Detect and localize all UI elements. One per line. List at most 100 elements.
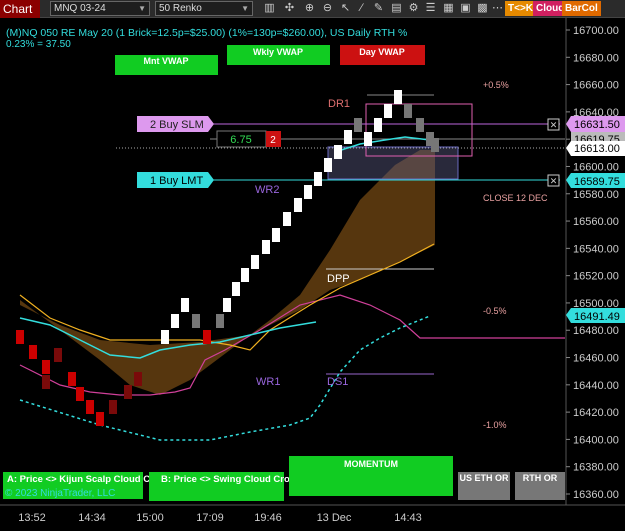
renko-brick: [394, 90, 402, 104]
monthly-vwap-button[interactable]: Mnt VWAP: [115, 55, 218, 75]
chevron-down-icon: ▼: [138, 4, 146, 13]
buy-stop-label: 2 Buy SLM: [150, 119, 204, 131]
time-tick-label: 17:09: [196, 512, 224, 524]
renko-brick: [171, 314, 179, 328]
tk-toggle-button[interactable]: T<>K: [505, 1, 537, 16]
renko-brick: [334, 145, 342, 159]
limit-price-tag: 16589.75: [566, 173, 625, 188]
renko-brick: [416, 118, 424, 132]
renko-brick: [374, 118, 382, 132]
renko-brick: [54, 348, 62, 362]
price-tick-label: 16680.00: [573, 52, 619, 64]
weekly-vwap-label: Wkly VWAP: [253, 47, 303, 57]
renko-brick: [241, 268, 249, 282]
time-tick-label: 15:00: [136, 512, 164, 524]
copyright-text: © 2023 NinjaTrader, LLC: [5, 488, 115, 499]
price-tick-label: 16520.00: [573, 271, 619, 283]
renko-brick: [232, 282, 240, 296]
chart-tab[interactable]: Chart: [0, 0, 40, 18]
close-label: CLOSE 12 DEC: [483, 193, 548, 203]
barcol-toggle-button[interactable]: BarCol: [562, 1, 601, 16]
price-chart[interactable]: (M)NQ 050 RE May 20 (1 Brick=12.5p=$25.0…: [0, 18, 625, 531]
price-tick-label: 16380.00: [573, 462, 619, 474]
cancel-limit-order-button[interactable]: ✕: [547, 174, 560, 187]
renko-brick: [314, 172, 322, 186]
renko-brick: [161, 330, 169, 344]
close-icon: ✕: [550, 176, 558, 186]
zoom-in-icon[interactable]: ⊕: [302, 1, 317, 16]
bar-chart-icon[interactable]: ▥: [262, 1, 277, 16]
renko-brick: [109, 400, 117, 414]
indicators-icon[interactable]: ▤: [389, 1, 404, 16]
renko-brick: [283, 212, 291, 226]
renko-brick: [86, 400, 94, 414]
time-tick-label: 13 Dec: [317, 512, 352, 524]
renko-brick: [134, 372, 142, 386]
us-eth-or-button[interactable]: US ETH OR: [458, 472, 510, 500]
renko-brick: [404, 104, 412, 118]
properties-icon[interactable]: ☰: [423, 1, 438, 16]
crosshair-icon[interactable]: ✣: [282, 1, 297, 16]
last-price: 16613.00: [574, 143, 620, 155]
buy-stop-order-tag[interactable]: 2 Buy SLM: [137, 116, 214, 132]
buy-limit-order-tag[interactable]: 1 Buy LMT: [137, 172, 214, 188]
pct-minus-05: -0.5%: [483, 306, 507, 316]
renko-brick: [272, 228, 280, 242]
close-icon: ✕: [550, 120, 558, 130]
swing-cloud: [20, 150, 435, 395]
toolbar: Chart MNQ 03-24 ▼ 50 Renko ▼ ▥ ✣ ⊕ ⊖ ↖ ∕…: [0, 0, 625, 18]
price-tick-label: 16580.00: [573, 189, 619, 201]
dr1-label: DR1: [328, 98, 350, 110]
buy-limit-label: 1 Buy LMT: [150, 175, 203, 187]
wr1-label: WR1: [256, 376, 280, 388]
period-value: 50 Renko: [159, 3, 202, 14]
draw-line-icon[interactable]: ∕: [354, 1, 369, 16]
price-tick-label: 16440.00: [573, 380, 619, 392]
time-axis[interactable]: 13:52 14:34 15:00 17:09 19:46 13 Dec 14:43: [18, 512, 422, 524]
price-tick-label: 16600.00: [573, 161, 619, 173]
weekly-vwap-button[interactable]: Wkly VWAP: [227, 45, 330, 65]
swing-cloud-cross-button[interactable]: B: Price <> Swing Cloud Cross: [149, 472, 300, 501]
renko-brick: [384, 104, 392, 118]
price-axis[interactable]: 16700.0016680.0016660.0016640.0016620.00…: [566, 25, 619, 501]
time-tick-label: 13:52: [18, 512, 46, 524]
instrument-value: MNQ 03-24: [54, 3, 106, 14]
cancel-stop-order-button[interactable]: ✕: [547, 118, 560, 131]
template-icon[interactable]: ▦: [441, 1, 456, 16]
level-price: 16491.49: [574, 311, 620, 323]
stop-price-tag: 16631.50: [566, 116, 625, 132]
period-selector[interactable]: 50 Renko ▼: [155, 1, 253, 16]
stop-price: 16631.50: [574, 119, 620, 131]
momentum-button[interactable]: MOMENTUM: [289, 456, 453, 496]
daily-vwap-button[interactable]: Day VWAP: [340, 45, 425, 65]
renko-brick: [294, 198, 302, 212]
level-price-tag: 16491.49: [566, 308, 625, 323]
instrument-selector[interactable]: MNQ 03-24 ▼: [50, 1, 150, 16]
strategy-icon[interactable]: ⚙: [406, 1, 421, 16]
position-box[interactable]: 6.75 2: [216, 130, 281, 148]
renko-brick: [68, 372, 76, 386]
renko-brick: [324, 158, 332, 172]
us-eth-or-label: US ETH OR: [459, 473, 509, 483]
more-icon[interactable]: ⋯: [490, 1, 505, 16]
data-box-icon[interactable]: ▩: [475, 1, 490, 16]
kijun-cross-label: A: Price <> Kijun Scalp Cloud Cross: [7, 474, 170, 485]
price-tick-label: 16700.00: [573, 25, 619, 37]
chart-subtitle: 0.23% = 37.50: [6, 39, 71, 50]
renko-brick: [304, 185, 312, 199]
zoom-out-icon[interactable]: ⊖: [320, 1, 335, 16]
dpp-label: DPP: [327, 273, 350, 285]
monthly-vwap-label: Mnt VWAP: [144, 56, 189, 66]
renko-brick: [344, 130, 352, 144]
chart-trader-icon[interactable]: ▣: [458, 1, 473, 16]
price-tick-label: 16560.00: [573, 216, 619, 228]
pencil-icon[interactable]: ✎: [371, 1, 386, 16]
renko-brick: [262, 240, 270, 254]
momentum-label: MOMENTUM: [344, 459, 398, 469]
cursor-icon[interactable]: ↖: [338, 1, 353, 16]
last-price-tag: 16613.00: [566, 141, 625, 156]
price-tick-label: 16660.00: [573, 80, 619, 92]
time-tick-label: 14:34: [78, 512, 106, 524]
renko-brick: [181, 298, 189, 312]
rth-or-button[interactable]: RTH OR: [515, 472, 565, 500]
